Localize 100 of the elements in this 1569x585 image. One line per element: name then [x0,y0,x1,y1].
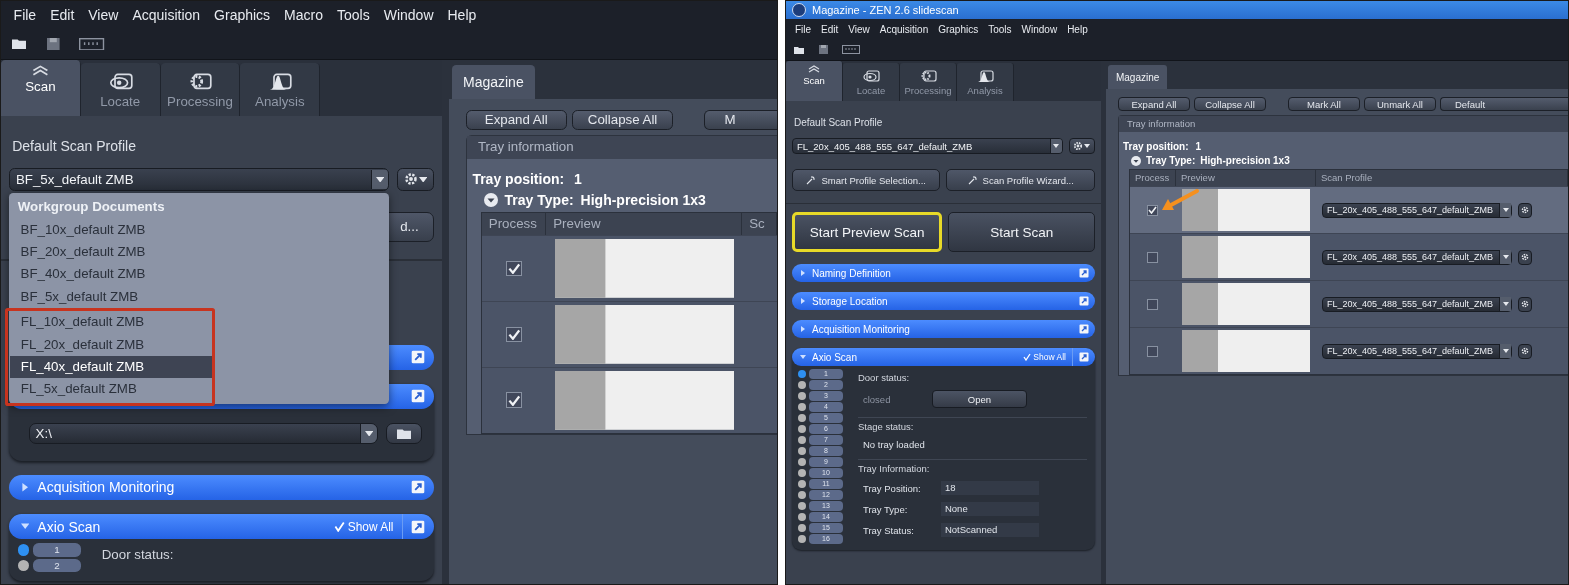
checkbox[interactable] [506,260,522,277]
menu-item[interactable]: Tools [983,23,1017,35]
section-header[interactable]: Naming Definition [791,264,1095,282]
checkbox[interactable] [506,392,522,408]
section-header[interactable]: Axio Scan Show All [791,348,1095,366]
toolbar-button[interactable]: Default [1439,97,1568,111]
menu-item[interactable]: Window [1016,23,1063,35]
dropdown-option[interactable]: BF_20x_default ZMB [9,240,389,264]
tab[interactable]: Scan [785,61,843,101]
settings-button[interactable] [1518,343,1533,359]
menu-item[interactable]: Macro [277,7,330,23]
scan-button[interactable]: Start Scan [948,212,1095,252]
profile-dropdown[interactable]: FL_20x_405_488_555_647_default_ZMB [1321,343,1513,359]
caret-icon [1053,144,1060,148]
table-row[interactable]: FL_20x_405_488_555_647_default_ZMB [1129,233,1568,280]
field-label: Tray position: [472,171,565,188]
profile-dropdown[interactable]: FL_20x_405_488_555_647_default_ZMB [791,138,1063,154]
table-row[interactable] [481,300,777,367]
profile-dropdown[interactable]: FL_20x_405_488_555_647_default_ZMB [1321,296,1513,312]
tab[interactable]: Magazine [451,65,535,99]
settings-button[interactable] [1518,249,1533,265]
tab[interactable]: Locate [842,63,900,101]
tab[interactable]: Processing [899,63,957,101]
dropdown-option[interactable]: BF_5x_default ZMB [9,285,389,309]
profile-dropdown[interactable]: BF_5x_default ZMB [9,168,389,191]
menu-item[interactable]: Window [376,7,441,23]
status-heading: Door status: [857,372,911,383]
menu-item[interactable]: Edit [816,23,844,35]
export-icon [411,519,426,534]
scan-button[interactable]: Start Preview Scan [791,212,943,252]
path-dropdown[interactable]: X:\ [29,422,378,444]
menu-item[interactable]: View [843,23,875,35]
menu-item[interactable]: File [789,23,817,35]
profile-button[interactable]: Smart Profile Selection... [791,169,941,191]
tab[interactable]: Locate [80,62,161,116]
tab[interactable]: Scan [1,59,81,116]
menu-item[interactable]: Acquisition [125,7,208,23]
tab[interactable]: Analysis [956,63,1014,101]
settings-button[interactable] [1518,202,1533,218]
menu-item[interactable]: Help [1062,23,1093,35]
settings-button[interactable] [397,168,434,191]
section-title: Axio Scan [811,351,857,363]
eye-icon [861,70,880,83]
toolbar-button[interactable]: Collapse All [1193,97,1266,111]
caret-icon [1502,349,1509,353]
table-row[interactable] [481,366,777,433]
collapse-icon [1130,155,1141,166]
dropdown-option[interactable]: FL_20x_default ZMB [9,333,213,356]
menu-item[interactable]: Tools [330,7,377,23]
caret-icon [375,176,385,183]
dropdown-option[interactable]: FL_40x_default ZMB [9,355,213,379]
settings-button[interactable] [1068,138,1095,154]
menu-item[interactable]: Edit [43,7,82,23]
dropdown-option[interactable]: BF_40x_default ZMB [9,263,389,286]
menu-item[interactable]: Help [440,7,484,23]
profile-dropdown[interactable]: FL_20x_405_488_555_647_default_ZMB [1321,202,1513,218]
toolbar-button[interactable]: Expand All [1117,97,1190,111]
gear-icon [1521,206,1530,214]
table-row[interactable]: FL_20x_405_488_555_647_default_ZMB [1129,327,1568,374]
open-button[interactable]: Open [931,390,1027,408]
checkbox[interactable] [1147,298,1159,310]
dropdown-option[interactable]: FL_5x_default ZMB [9,378,213,401]
tab[interactable]: Analysis [240,62,321,116]
slot-button[interactable]: 1 [33,543,81,557]
menu-item[interactable]: Graphics [933,23,984,35]
table-row[interactable]: FL_20x_405_488_555_647_default_ZMB [1129,186,1568,233]
section-header[interactable]: Acquisition Monitoring [791,320,1095,338]
menu-item[interactable]: File [6,7,44,23]
section-header[interactable]: Storage Location [791,292,1095,310]
menu-item[interactable]: View [81,7,126,23]
status-value: No tray loaded [862,439,925,450]
caret-icon [1502,208,1509,212]
checkbox[interactable] [1147,345,1159,357]
toolbar-button[interactable]: Mark All [1287,97,1360,111]
dropdown-option[interactable]: FL_10x_default ZMB [9,311,213,334]
show-all-toggle[interactable]: Show All [1023,348,1073,366]
profile-dropdown[interactable]: FL_20x_405_488_555_647_default_ZMB [1321,249,1513,265]
tab[interactable]: Processing [160,62,241,116]
dropdown-option[interactable]: BF_10x_default ZMB [9,218,389,241]
toolbar-button[interactable]: M [703,110,777,130]
eye-icon [107,72,133,91]
toolbar-button[interactable]: Collapse All [572,110,673,130]
checkbox[interactable] [506,326,522,342]
gear-icon [1073,141,1084,151]
checkbox[interactable] [1147,251,1159,263]
table-row[interactable]: FL_20x_405_488_555_647_default_ZMB [1129,280,1568,327]
menu-item[interactable]: Graphics [207,7,278,23]
menu-item[interactable]: Acquisition [874,23,934,35]
section-header[interactable]: Acquisition Monitoring [9,474,434,500]
settings-button[interactable] [1518,296,1533,312]
toolbar-button[interactable]: Unmark All [1363,97,1436,111]
slot-button[interactable]: 2 [33,558,81,572]
show-all-toggle[interactable]: Show All [333,513,403,540]
table-row[interactable] [481,235,777,301]
profile-button[interactable]: Scan Profile Wizard... [946,169,1095,191]
section-header[interactable]: Axio Scan Show All [9,513,434,540]
checkbox[interactable] [1147,204,1159,216]
tab[interactable]: Magazine [1107,65,1168,89]
folder-button[interactable] [386,422,423,444]
toolbar-button[interactable]: Expand All [465,110,567,130]
